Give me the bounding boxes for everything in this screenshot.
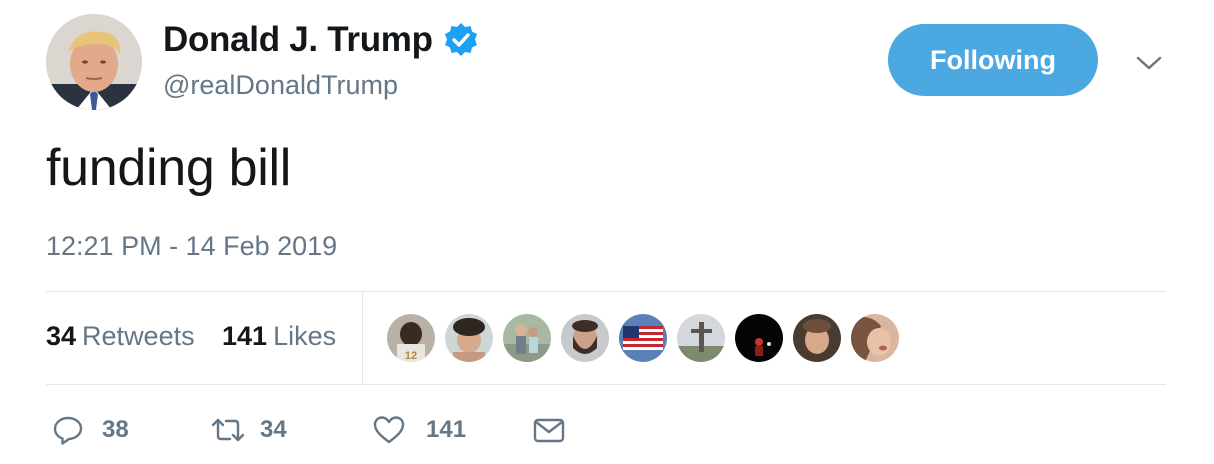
liker-avatar-young-man[interactable] — [793, 314, 841, 362]
like-action[interactable]: 141 — [372, 412, 466, 448]
reply-action[interactable]: 38 — [52, 412, 129, 448]
liker-avatar-us-flag[interactable] — [619, 314, 667, 362]
liker-avatar-cross-landscape[interactable] — [677, 314, 725, 362]
reply-count: 38 — [102, 416, 129, 443]
profile-avatar[interactable] — [46, 14, 142, 110]
likes-stat-count: 141 — [222, 321, 268, 351]
profile-photo-icon — [46, 14, 142, 110]
retweets-stat-count: 34 — [46, 321, 77, 351]
retweets-stat-label: Retweets — [82, 321, 195, 351]
stats-top-divider — [46, 291, 1166, 292]
envelope-icon — [532, 414, 566, 446]
stats-vertical-divider — [362, 292, 363, 384]
liker-avatar-football-player[interactable]: 12 — [387, 314, 435, 362]
liker-avatar-woman-portrait[interactable] — [851, 314, 899, 362]
likers-avatar-list: 12 — [387, 314, 909, 362]
display-name[interactable]: Donald J. Trump — [163, 20, 433, 60]
like-count: 141 — [426, 416, 467, 443]
likes-stat[interactable]: 141 Likes — [222, 321, 336, 352]
liker-avatar-curly-hair[interactable] — [445, 314, 493, 362]
retweet-action[interactable]: 34 — [210, 412, 287, 448]
following-button[interactable]: Following — [888, 24, 1098, 96]
heart-icon — [372, 414, 406, 446]
svg-text:12: 12 — [405, 350, 417, 362]
direct-message-action[interactable] — [532, 412, 566, 448]
tweet-text: funding bill — [46, 139, 292, 197]
likes-stat-label: Likes — [273, 321, 337, 351]
tweet-timestamp[interactable]: 12:21 PM - 14 Feb 2019 — [46, 231, 337, 262]
retweet-icon — [210, 414, 246, 446]
stats-bottom-divider — [46, 384, 1166, 385]
user-handle[interactable]: @realDonaldTrump — [163, 70, 398, 101]
user-name-row: Donald J. Trump — [163, 18, 479, 62]
verified-badge-icon — [443, 22, 479, 58]
liker-avatar-outdoor-couple[interactable] — [503, 314, 551, 362]
reply-icon — [52, 414, 84, 446]
retweets-stat[interactable]: 34 Retweets — [46, 321, 195, 352]
retweet-count: 34 — [260, 416, 287, 443]
liker-avatar-bearded-man[interactable] — [561, 314, 609, 362]
liker-avatar-dark-stage[interactable] — [735, 314, 783, 362]
more-options-chevron-down-icon[interactable] — [1132, 50, 1166, 76]
